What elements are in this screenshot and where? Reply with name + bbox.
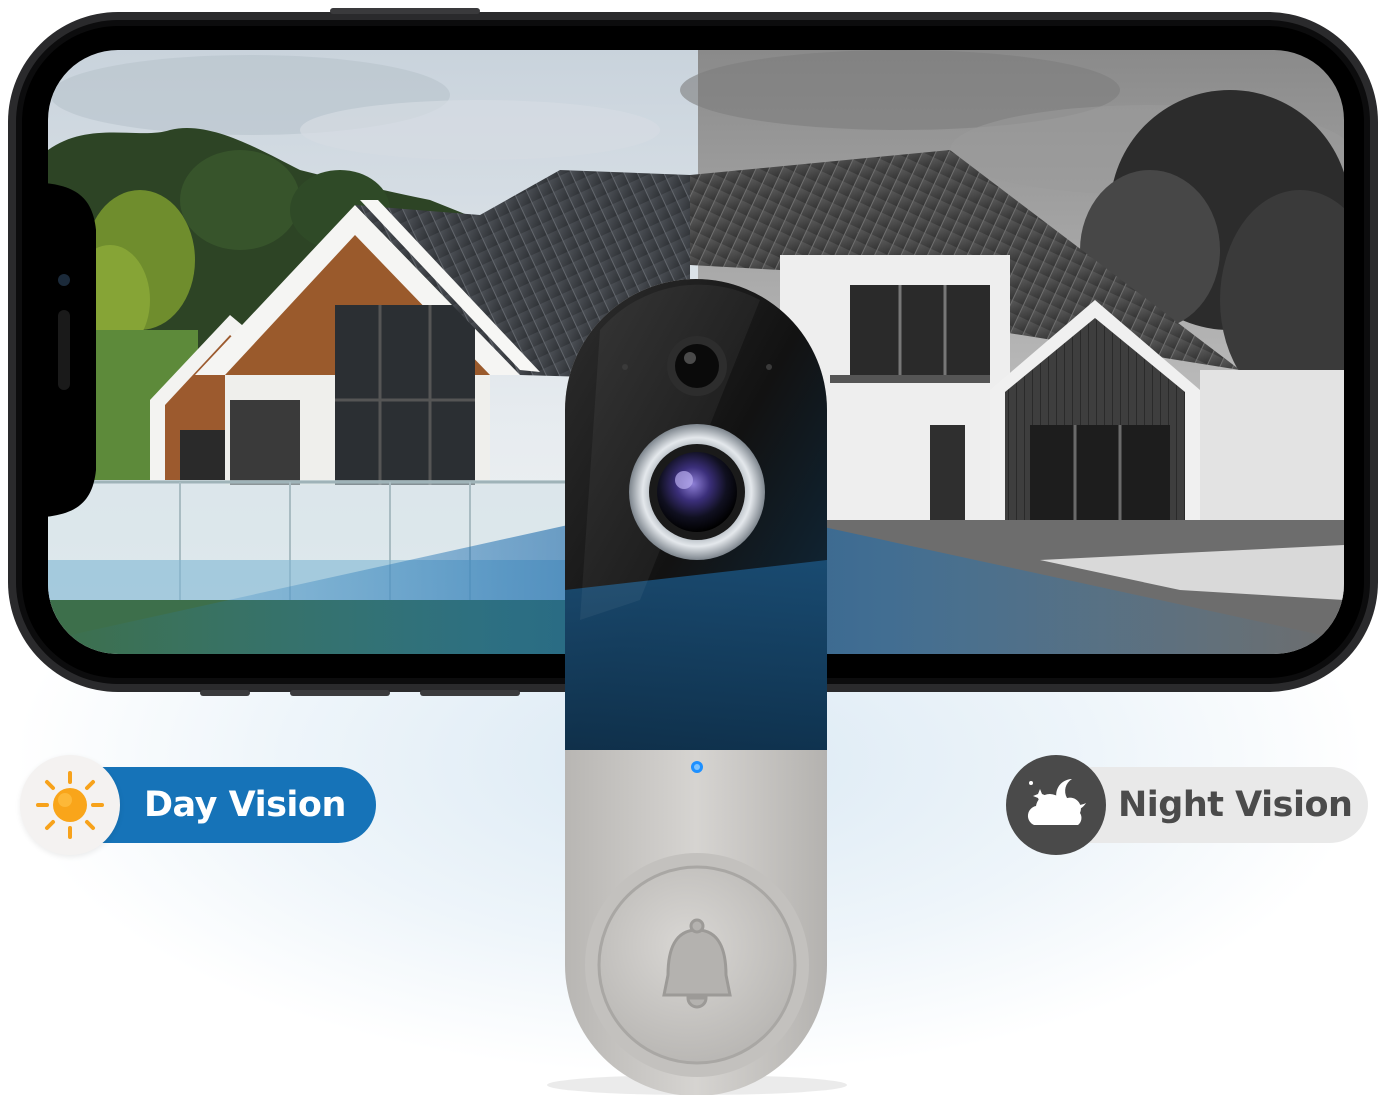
product-hero: Day Vision Night Vision <box>0 0 1379 1095</box>
night-vision-label: Night Vision <box>1118 785 1353 825</box>
sun-icon <box>20 755 120 855</box>
day-vision-label: Day Vision <box>144 785 346 825</box>
front-camera-icon <box>58 274 70 286</box>
moon-cloud-icon <box>1006 755 1106 855</box>
scene-illustration <box>8 8 1378 1095</box>
doorbell-camera <box>547 279 847 1095</box>
day-vision-badge: Day Vision <box>20 755 380 855</box>
night-vision-badge: Night Vision <box>1006 755 1368 855</box>
